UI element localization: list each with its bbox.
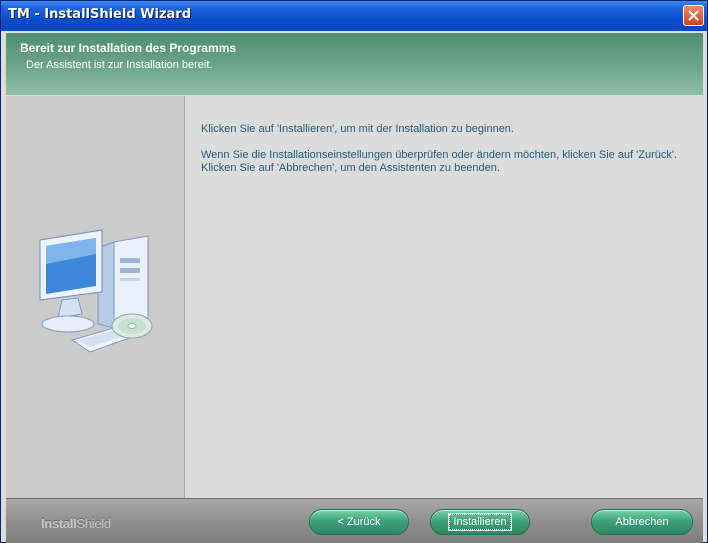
instruction-text-1: Klicken Sie auf 'Installieren', um mit d… [201, 123, 514, 135]
cancel-button-label: Abbrechen [615, 516, 669, 528]
installshield-wizard-window: TM - InstallShield Wizard Bereit zur Ins… [0, 0, 708, 543]
window-title: TM - InstallShield Wizard [8, 7, 192, 22]
title-bar[interactable]: TM - InstallShield Wizard [1, 1, 707, 31]
back-button-label: < Zurück [337, 516, 381, 528]
back-button[interactable]: < Zurück [309, 509, 409, 535]
left-illustration-panel [6, 96, 185, 498]
header-subtitle: Der Assistent ist zur Installation berei… [26, 59, 213, 71]
footer-bar: InstallShield < Zurück Installieren Abbr… [6, 498, 703, 543]
instruction-text-2: Wenn Sie die Installationseinstellungen … [201, 149, 678, 161]
installshield-logo: InstallShield [41, 516, 111, 531]
close-icon [688, 10, 699, 21]
header-title: Bereit zur Installation des Programms [20, 41, 237, 55]
install-button-label: Installieren [448, 513, 512, 531]
content-area: Klicken Sie auf 'Installieren', um mit d… [185, 96, 703, 498]
install-button[interactable]: Installieren [430, 509, 530, 535]
cancel-button[interactable]: Abbrechen [591, 509, 693, 535]
instruction-text-3: Klicken Sie auf 'Abbrechen', um den Assi… [201, 162, 500, 174]
computer-with-cd-icon [39, 229, 153, 353]
wizard-header: Bereit zur Installation des Programms De… [6, 33, 703, 95]
close-button[interactable] [683, 5, 704, 26]
